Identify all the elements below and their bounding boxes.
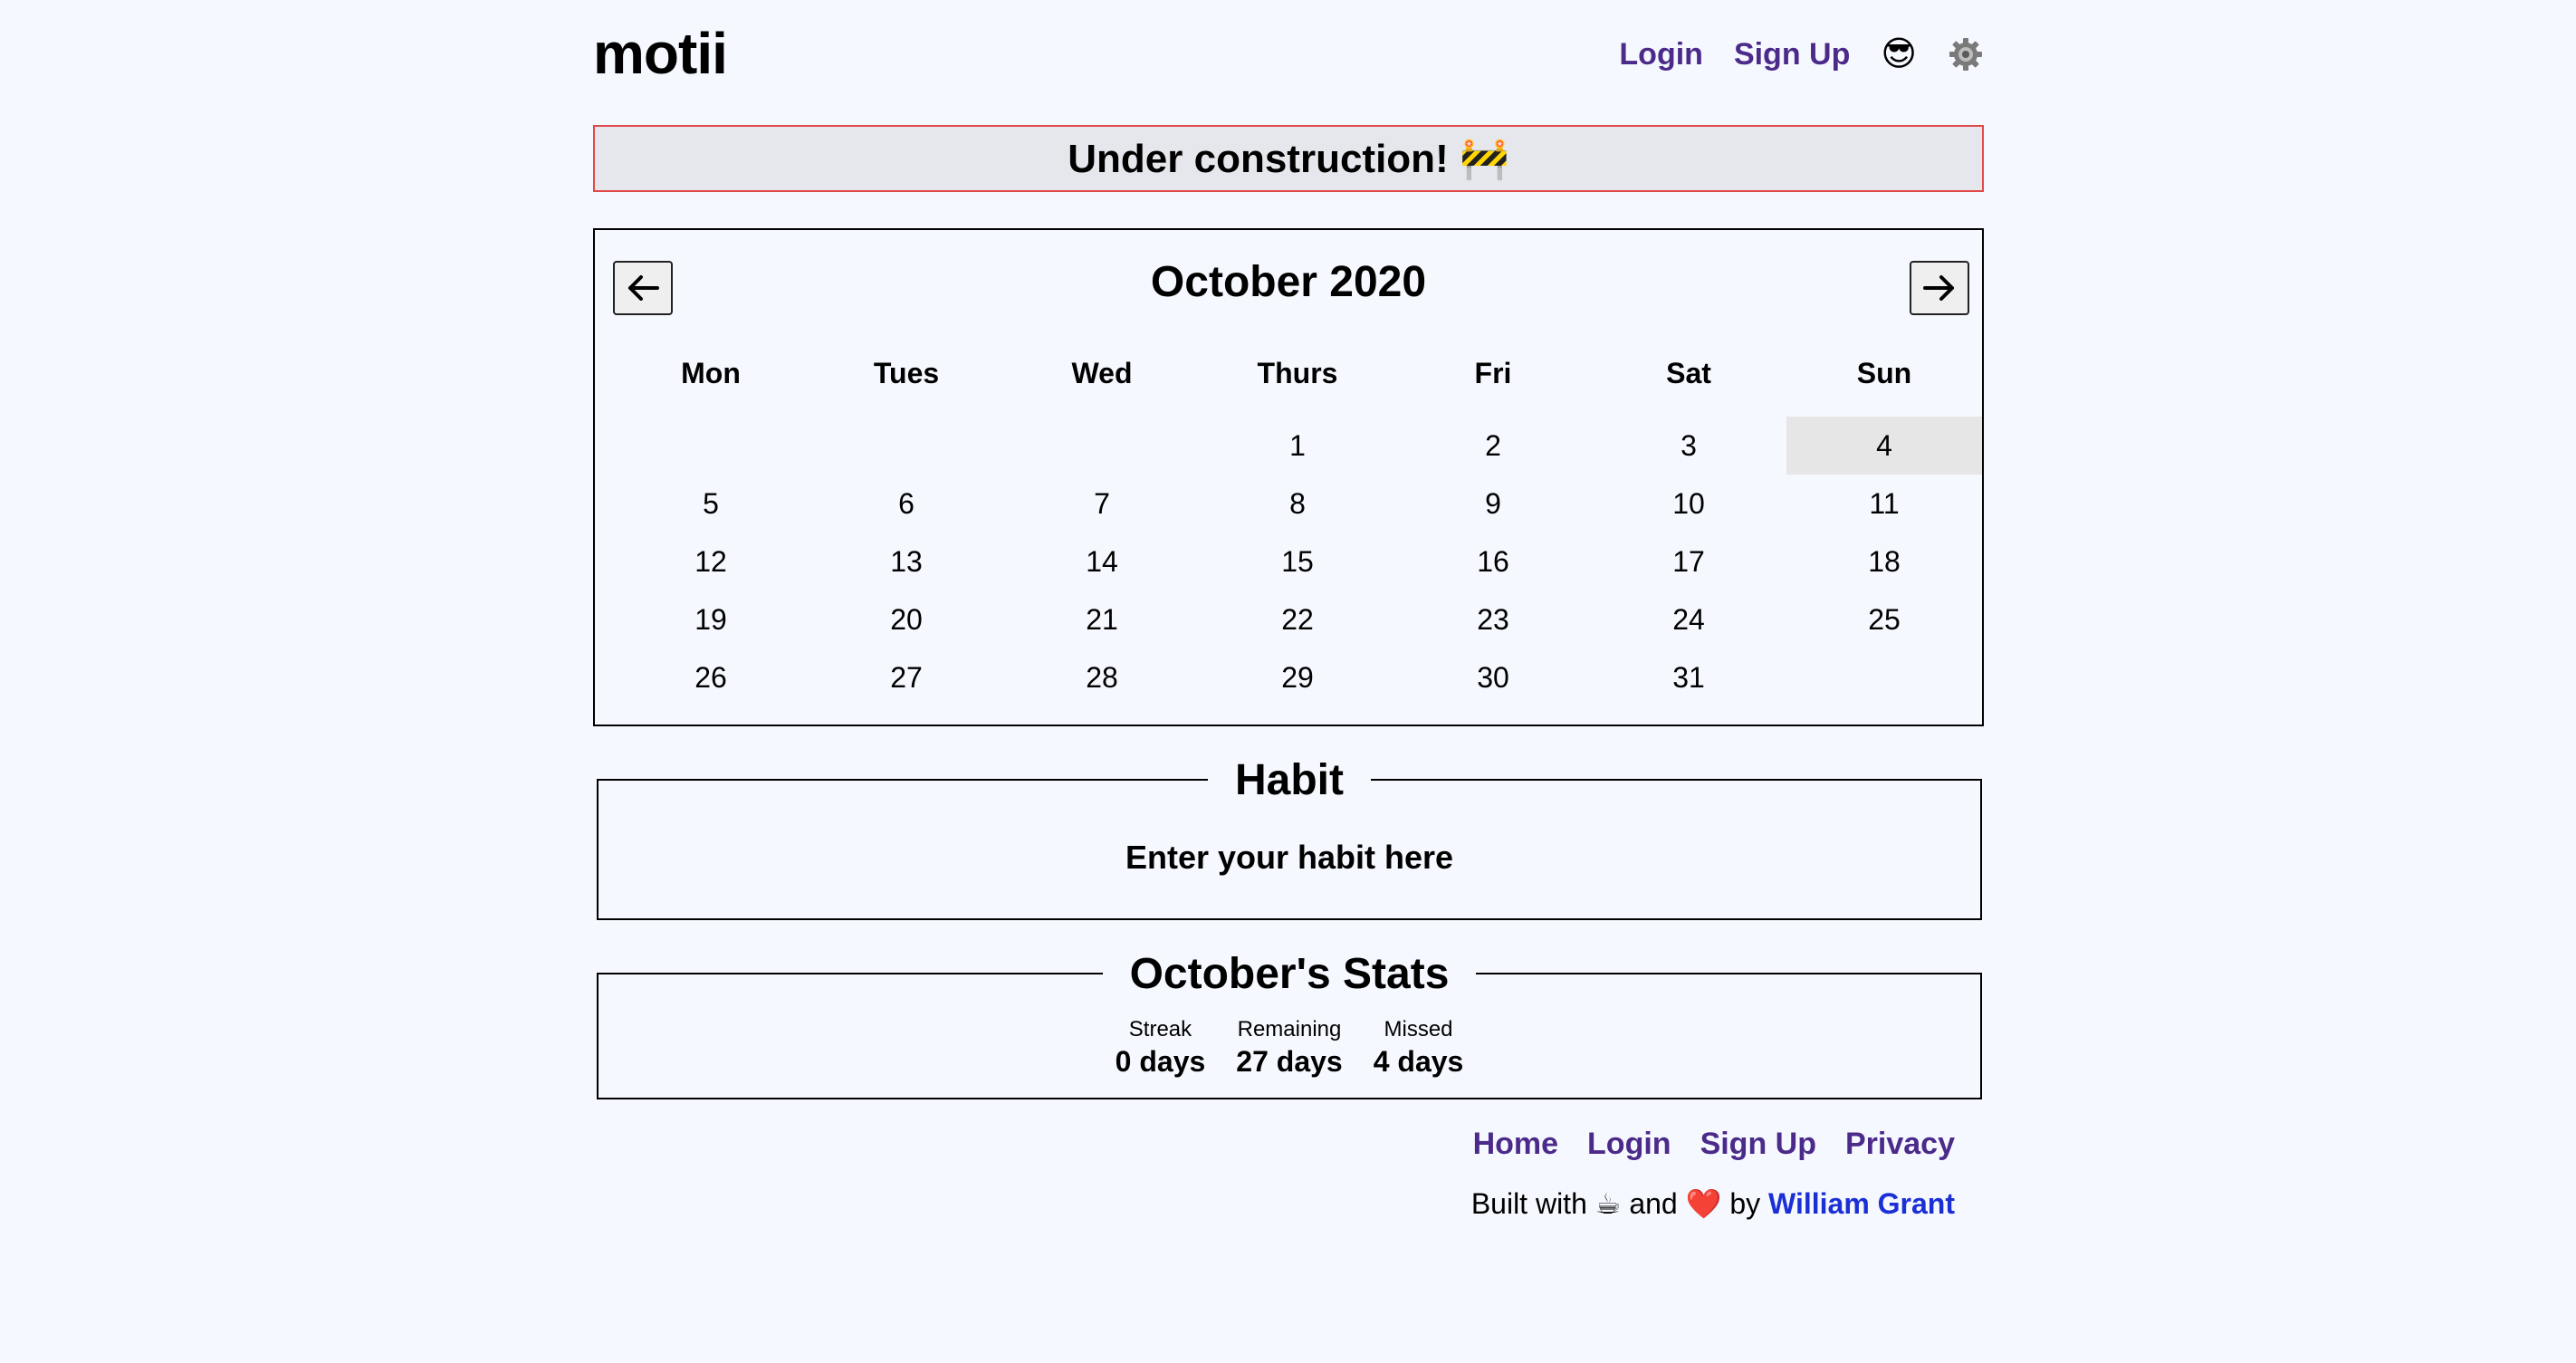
calendar-day[interactable]: 29: [1200, 648, 1395, 706]
weekday-header-row: Mon Tues Wed Thurs Fri Sat Sun: [613, 357, 1982, 417]
calendar-day[interactable]: 7: [1004, 475, 1200, 533]
weekday-label: Fri: [1474, 357, 1512, 389]
calendar-day[interactable]: 14: [1004, 533, 1200, 590]
footer-credit: Built with ☕ and ❤️ by William Grant: [1471, 1186, 1955, 1221]
calendar-day[interactable]: 26: [613, 648, 809, 706]
calendar-day[interactable]: 16: [1395, 533, 1591, 590]
weekday-label: Sun: [1856, 357, 1912, 389]
calendar-day[interactable]: 5: [613, 475, 809, 533]
calendar-day: [1786, 648, 1982, 706]
login-link[interactable]: Login: [1619, 37, 1703, 72]
month-title: October 2020: [1150, 258, 1427, 306]
calendar-day[interactable]: 23: [1395, 590, 1591, 648]
calendar-week-row: 5 6 7 8 9 10 11: [613, 475, 1982, 533]
stats-panel: October's Stats Streak 0 days Remaining …: [597, 949, 1982, 1099]
calendar-week-row: 12 13 14 15 16 17 18: [613, 533, 1982, 590]
brand-logo[interactable]: motii: [593, 20, 728, 87]
calendar-day[interactable]: 9: [1395, 475, 1591, 533]
weekday-label: Tues: [873, 357, 940, 389]
stat-label: Streak: [1128, 1017, 1192, 1041]
calendar-day[interactable]: 22: [1200, 590, 1395, 648]
page: motii Login Sign Up 😎 Under construction…: [593, 0, 1984, 1220]
stat-value: 0 days: [1115, 1045, 1206, 1078]
stat-remaining: Remaining 27 days: [1236, 1016, 1342, 1080]
stats-legend: October's Stats: [1102, 949, 1477, 1000]
footer-privacy-link[interactable]: Privacy: [1845, 1127, 1955, 1162]
calendar-day[interactable]: 24: [1591, 590, 1786, 648]
habit-panel: Habit Enter your habit here: [597, 755, 1982, 920]
calendar-day-today[interactable]: 4: [1786, 417, 1982, 475]
calendar-day[interactable]: 6: [809, 475, 1004, 533]
calendar-day[interactable]: 15: [1200, 533, 1395, 590]
calendar-day[interactable]: 11: [1786, 475, 1982, 533]
calendar-day[interactable]: 17: [1591, 533, 1786, 590]
weekday-label: Wed: [1071, 357, 1133, 389]
credit-text: Built with ☕ and ❤️ by: [1470, 1187, 1761, 1220]
footer-home-link[interactable]: Home: [1473, 1127, 1558, 1162]
calendar-day[interactable]: 30: [1395, 648, 1591, 706]
stat-missed: Missed 4 days: [1374, 1016, 1464, 1080]
calendar-day[interactable]: 12: [613, 533, 809, 590]
weekday-label: Mon: [681, 357, 741, 389]
stat-streak: Streak 0 days: [1116, 1016, 1206, 1080]
next-month-button[interactable]: [1910, 261, 1969, 315]
stat-value: 27 days: [1236, 1045, 1343, 1078]
calendar-day[interactable]: 1: [1200, 417, 1395, 475]
calendar: October 2020 Mon Tues Wed Thurs Fri Sat …: [593, 228, 1984, 726]
calendar-day: [1004, 417, 1200, 475]
calendar-week-row: 19 20 21 22 23 24 25: [613, 590, 1982, 648]
weekday-label: Thurs: [1257, 357, 1338, 389]
habit-input[interactable]: Enter your habit here: [599, 839, 1980, 877]
header: motii Login Sign Up 😎: [593, 0, 1984, 118]
calendar-grid: Mon Tues Wed Thurs Fri Sat Sun 1 2 3 4 5…: [613, 357, 1982, 706]
calendar-day[interactable]: 21: [1004, 590, 1200, 648]
stat-label: Missed: [1384, 1017, 1453, 1041]
footer-login-link[interactable]: Login: [1587, 1127, 1671, 1162]
calendar-day[interactable]: 2: [1395, 417, 1591, 475]
calendar-day[interactable]: 18: [1786, 533, 1982, 590]
weekday-label: Sat: [1666, 357, 1711, 389]
calendar-day: [809, 417, 1004, 475]
calendar-week-row: 1 2 3 4: [613, 417, 1982, 475]
stat-value: 4 days: [1373, 1045, 1464, 1078]
calendar-day[interactable]: 19: [613, 590, 809, 648]
calendar-day[interactable]: 27: [809, 648, 1004, 706]
calendar-day[interactable]: 10: [1591, 475, 1786, 533]
footer-nav: Home Login Sign Up Privacy: [1473, 1127, 1955, 1162]
calendar-day: [613, 417, 809, 475]
calendar-day[interactable]: 31: [1591, 648, 1786, 706]
footer-signup-link[interactable]: Sign Up: [1700, 1127, 1816, 1162]
calendar-day[interactable]: 25: [1786, 590, 1982, 648]
arrow-right-icon: [1923, 275, 1954, 301]
calendar-week-row: 26 27 28 29 30 31: [613, 648, 1982, 706]
calendar-day[interactable]: 28: [1004, 648, 1200, 706]
author-link[interactable]: William Grant: [1768, 1187, 1955, 1220]
stat-label: Remaining: [1237, 1017, 1342, 1041]
calendar-day[interactable]: 8: [1200, 475, 1395, 533]
theme-toggle-emoji[interactable]: 😎: [1881, 37, 1917, 72]
calendar-day[interactable]: 20: [809, 590, 1004, 648]
signup-link[interactable]: Sign Up: [1734, 37, 1850, 72]
stats-list: Streak 0 days Remaining 27 days Missed 4…: [599, 1016, 1980, 1080]
top-nav: Login Sign Up 😎: [1619, 36, 1984, 72]
calendar-day[interactable]: 3: [1591, 417, 1786, 475]
construction-banner: Under construction! 🚧: [593, 125, 1984, 192]
calendar-day[interactable]: 13: [809, 533, 1004, 590]
gear-icon[interactable]: [1948, 36, 1984, 72]
habit-legend: Habit: [1208, 755, 1371, 806]
